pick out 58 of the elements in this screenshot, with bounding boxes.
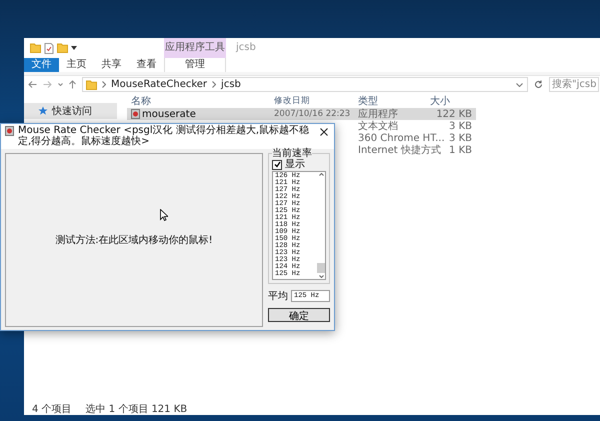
column-header[interactable]: 名称 xyxy=(127,94,270,108)
instruction-text: 测试方法:在此区域内移动你的鼠标! xyxy=(55,234,213,247)
chevron-icon xyxy=(212,81,216,88)
ribbon-tab[interactable]: 查看 xyxy=(129,58,164,72)
scroll-down-icon[interactable] xyxy=(318,275,324,278)
file-row[interactable]: Internet 快捷方式 1 KB xyxy=(354,144,476,156)
scrollbar-thumb[interactable] xyxy=(317,263,325,273)
file-row[interactable]: 文本文档 3 KB xyxy=(354,120,476,132)
folder-icon xyxy=(57,43,68,53)
sidebar-item[interactable]: 快速访问 xyxy=(24,103,117,119)
mouse-test-area[interactable]: 测试方法:在此区域内移动你的鼠标! xyxy=(5,153,263,327)
file-type: 应用程序 xyxy=(358,108,398,120)
file-date: 2007/10/16 22:23 xyxy=(274,109,350,119)
dropdown-icon[interactable] xyxy=(71,46,77,50)
ribbon-tab[interactable]: 主页 xyxy=(59,58,94,72)
file-type: Internet 快捷方式 xyxy=(358,144,441,157)
chevron-icon xyxy=(102,81,106,88)
file-size: 3 KB xyxy=(449,120,472,132)
mouse-pointer-icon xyxy=(160,209,168,221)
ribbon-tab[interactable]: 共享 xyxy=(94,58,129,72)
file-size: 3 KB xyxy=(449,132,472,144)
status-text: 4 个项目 xyxy=(32,403,72,416)
file-size: 122 KB xyxy=(436,108,472,120)
close-icon[interactable] xyxy=(320,128,328,136)
column-header[interactable]: 类型 xyxy=(354,94,426,108)
refresh-icon[interactable] xyxy=(534,80,543,89)
app-icon xyxy=(131,109,140,119)
ok-button[interactable]: 确定 xyxy=(268,308,330,322)
file-row[interactable]: mouserate 2007/10/16 22:23 应用程序 122 KB xyxy=(127,108,476,120)
context-tab-header: 应用程序工具 xyxy=(164,38,226,58)
scroll-up-icon[interactable] xyxy=(318,173,324,176)
status-text: 选中 1 个项目 121 KB xyxy=(86,402,188,416)
file-row[interactable]: 360 Chrome HT... 3 KB xyxy=(354,132,476,144)
back-icon[interactable] xyxy=(28,81,37,88)
app-icon xyxy=(5,126,14,136)
star-icon xyxy=(38,106,48,116)
folder-icon xyxy=(86,80,97,90)
document-icon xyxy=(44,42,54,54)
window-title: Mouse Rate Checker <psgl汉化 测试得分相差越大,鼠标越不稳定,得分越高。鼠标速度越快> xyxy=(18,125,310,147)
column-header[interactable]: 大小 xyxy=(426,94,472,108)
sidebar-label: 快速访问 xyxy=(52,104,92,118)
ribbon-tab[interactable]: 文件 xyxy=(24,58,59,72)
show-checkbox[interactable]: 显示 xyxy=(272,159,326,170)
file-type: 文本文档 xyxy=(358,120,398,133)
folder-icon xyxy=(30,43,41,53)
file-name: mouserate xyxy=(142,108,196,120)
breadcrumb[interactable]: jcsb xyxy=(221,79,241,90)
breadcrumb[interactable]: MouseRateChecker xyxy=(111,79,208,90)
group-title: 当前速率 xyxy=(272,148,312,159)
address-bar[interactable]: MouseRateChecker jcsb xyxy=(82,77,528,92)
search-field[interactable]: 搜索"jcsb xyxy=(549,77,599,92)
column-header[interactable]: 修改日期 xyxy=(270,95,354,107)
average-label: 平均 xyxy=(268,290,288,303)
window-title: jcsb xyxy=(234,41,257,55)
up-icon[interactable] xyxy=(69,80,76,89)
file-type: 360 Chrome HT... xyxy=(358,132,445,144)
file-size: 1 KB xyxy=(449,144,472,156)
checkmark-icon xyxy=(274,161,280,168)
